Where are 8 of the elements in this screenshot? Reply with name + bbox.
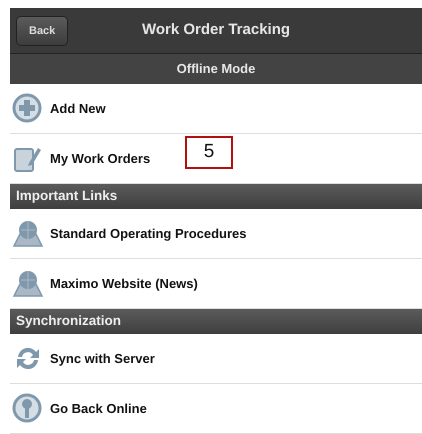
callout-number: 5 xyxy=(185,136,233,169)
section-header: Important Links xyxy=(10,184,422,209)
add-icon xyxy=(12,92,44,124)
window-title: Work Order Tracking xyxy=(142,20,290,40)
menu-item[interactable]: My Work Orders 5 xyxy=(10,134,422,184)
mode-bar: Offline Mode xyxy=(10,54,422,84)
section-header: Synchronization xyxy=(10,309,422,334)
back-button[interactable]: Back xyxy=(16,16,68,46)
